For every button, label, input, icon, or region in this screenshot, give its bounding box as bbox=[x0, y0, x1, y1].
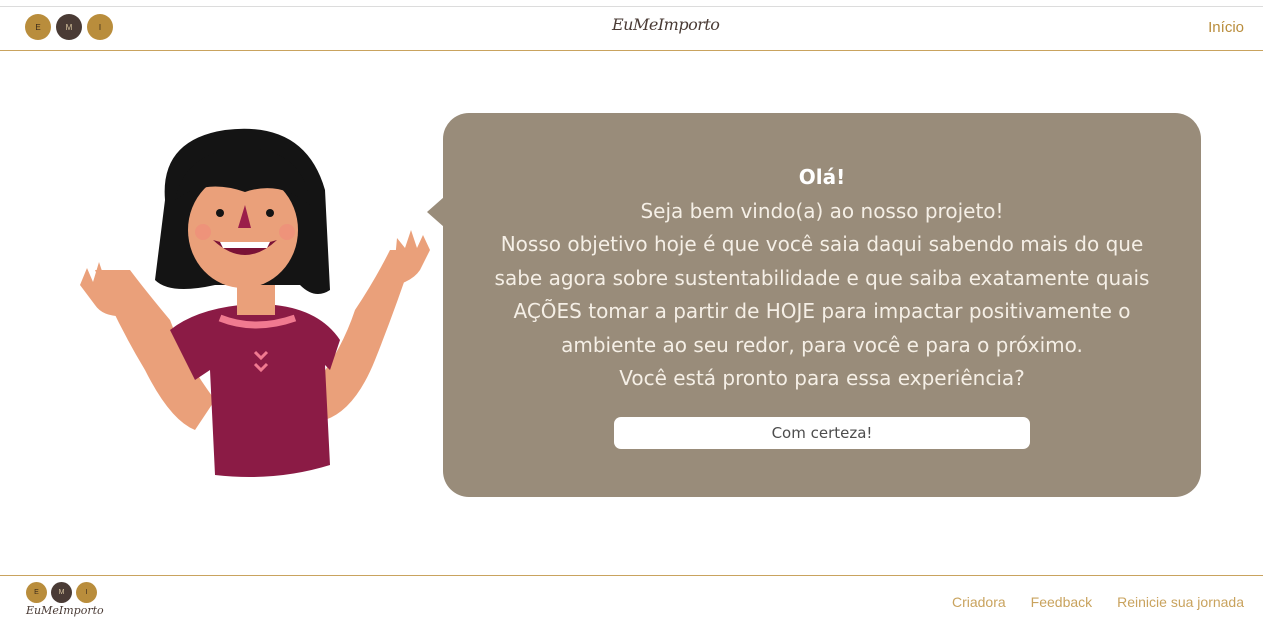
message-line: Nosso objetivo hoje é que você saia daqu… bbox=[500, 232, 1144, 256]
brand-dots[interactable]: E M I bbox=[25, 14, 113, 40]
footer-dot-m: M bbox=[51, 582, 72, 603]
message-line: ambiente ao seu redor, para você e para … bbox=[561, 332, 1083, 357]
footer-link-restart[interactable]: Reinicie sua jornada bbox=[1117, 594, 1244, 610]
greeting-text: Olá! bbox=[798, 165, 846, 189]
brand-dot-i: I bbox=[87, 14, 113, 40]
message-line: AÇÕES tomar a partir de HOJE para impact… bbox=[513, 299, 1131, 323]
speech-bubble-tail bbox=[427, 197, 444, 227]
footer-links: Criadora Feedback Reinicie sua jornada bbox=[952, 594, 1244, 610]
footer-link-feedback[interactable]: Feedback bbox=[1031, 594, 1092, 610]
brand-dot-e: E bbox=[25, 14, 51, 40]
footer: E M I EuMeImporto Criadora Feedback Rein… bbox=[0, 575, 1263, 617]
message-line: sabe agora sobre sustentabilidade e que … bbox=[494, 265, 1150, 290]
confirm-start-button[interactable]: Com certeza! bbox=[614, 417, 1030, 449]
welcome-speech-bubble: Olá! Seja bem vindo(a) ao nosso projeto!… bbox=[443, 113, 1201, 497]
nav-home-link[interactable]: Início bbox=[1208, 19, 1244, 36]
girl-waving-illustration bbox=[80, 128, 430, 478]
message-line: Seja bem vindo(a) ao nosso projeto! bbox=[640, 198, 1004, 223]
brand-logo[interactable]: EuMeImporto bbox=[612, 15, 720, 34]
footer-dot-i: I bbox=[76, 582, 97, 603]
footer-dot-e: E bbox=[26, 582, 47, 603]
welcome-message: Olá! Seja bem vindo(a) ao nosso projeto!… bbox=[443, 161, 1201, 396]
top-navbar: E M I EuMeImporto Início bbox=[0, 6, 1263, 51]
footer-logo: EuMeImporto bbox=[26, 604, 104, 617]
brand-dot-m: M bbox=[56, 14, 82, 40]
message-line: Você está pronto para essa experiência? bbox=[619, 366, 1025, 390]
footer-brand-dots[interactable]: E M I bbox=[26, 582, 97, 603]
footer-link-criadora[interactable]: Criadora bbox=[952, 594, 1006, 610]
